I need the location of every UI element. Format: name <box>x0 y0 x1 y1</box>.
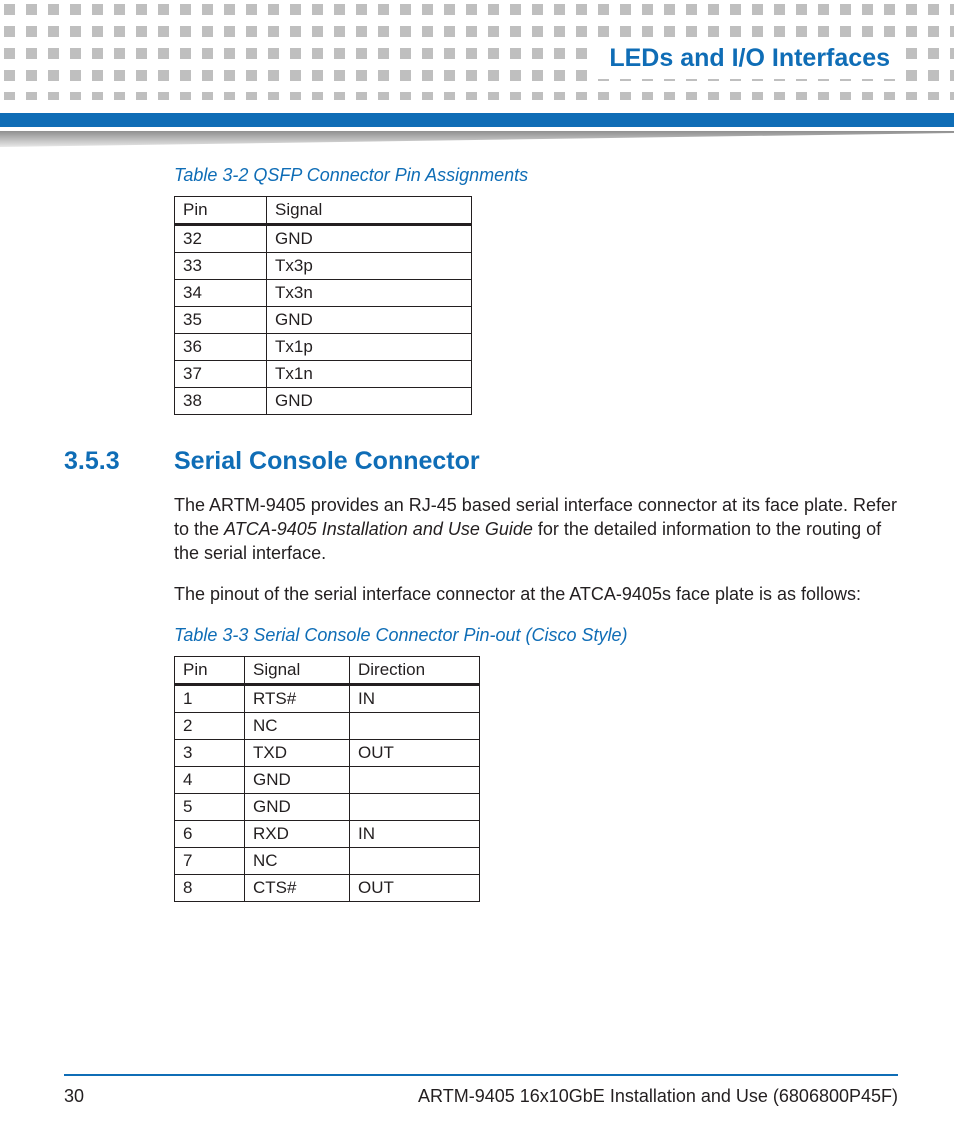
paragraph-1: The ARTM-9405 provides an RJ-45 based se… <box>174 494 898 565</box>
section-title: Serial Console Connector <box>174 447 480 475</box>
table-row: 7NC <box>175 848 480 875</box>
table-row: 6RXDIN <box>175 821 480 848</box>
table-row: 34Tx3n <box>175 280 472 307</box>
table-row: 36Tx1p <box>175 334 472 361</box>
table-3-2: Pin Signal 32GND33Tx3p34Tx3n35GND36Tx1p3… <box>174 196 472 415</box>
table-row: 37Tx1n <box>175 361 472 388</box>
table-row: 35GND <box>175 307 472 334</box>
table-row: 38GND <box>175 388 472 415</box>
table-header-row: Pin Signal <box>175 197 472 225</box>
section-heading: 3.5.3Serial Console Connector <box>64 447 898 476</box>
table-row: 8CTS#OUT <box>175 875 480 902</box>
doc-title-footer: ARTM-9405 16x10GbE Installation and Use … <box>418 1086 898 1107</box>
table-row: 5GND <box>175 794 480 821</box>
table-row: 32GND <box>175 225 472 253</box>
table-row: 1RTS#IN <box>175 685 480 713</box>
table-row: 2NC <box>175 713 480 740</box>
table-row: 3TXDOUT <box>175 740 480 767</box>
table-row: 33Tx3p <box>175 253 472 280</box>
page-footer: 30 ARTM-9405 16x10GbE Installation and U… <box>64 1074 898 1107</box>
header-blue-bar <box>0 113 954 127</box>
col-signal: Signal <box>245 657 350 685</box>
header-gray-wedge <box>0 131 954 151</box>
col-pin: Pin <box>175 197 267 225</box>
chapter-title: LEDs and I/O Interfaces <box>589 38 904 79</box>
col-pin: Pin <box>175 657 245 685</box>
col-signal: Signal <box>267 197 472 225</box>
section-number: 3.5.3 <box>64 447 174 476</box>
table-3-2-caption: Table 3-2 QSFP Connector Pin Assignments <box>174 165 898 186</box>
table-header-row: Pin Signal Direction <box>175 657 480 685</box>
table-row: 4GND <box>175 767 480 794</box>
table-3-3: Pin Signal Direction 1RTS#IN2NC3TXDOUT4G… <box>174 656 480 902</box>
doc-reference-italic: ATCA-9405 Installation and Use Guide <box>224 519 533 539</box>
paragraph-2: The pinout of the serial interface conne… <box>174 583 898 607</box>
table-3-3-caption: Table 3-3 Serial Console Connector Pin-o… <box>174 625 898 646</box>
page-number: 30 <box>64 1086 84 1107</box>
col-direction: Direction <box>350 657 480 685</box>
